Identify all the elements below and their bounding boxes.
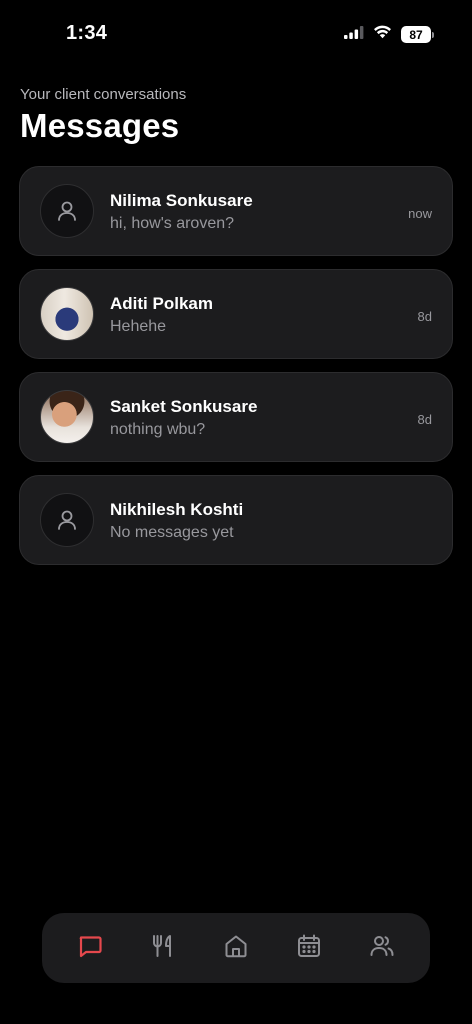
conversation-name: Sanket Sonkusare [110, 397, 258, 416]
tab-messages[interactable] [68, 926, 112, 970]
conversation-time: now [408, 206, 432, 221]
user-icon [40, 493, 94, 547]
conversation-item[interactable]: Sanket Sonkusare nothing wbu? 8d [19, 372, 453, 462]
page-subtitle: Your client conversations [20, 86, 187, 103]
conversation-preview: nothing wbu? [110, 421, 206, 438]
conversation-list: Nilima Sonkusare hi, how's aroven? now A… [19, 166, 453, 578]
tab-bar [42, 913, 430, 983]
user-icon [40, 184, 94, 238]
utensils-icon [149, 932, 177, 965]
conversation-item[interactable]: Nilima Sonkusare hi, how's aroven? now [19, 166, 453, 256]
page-header: Your client conversations Messages [20, 86, 186, 145]
conversation-item[interactable]: Aditi Polkam Hehehe 8d [19, 269, 453, 359]
conversation-preview: Hehehe [110, 318, 167, 335]
conversation-name: Nikhilesh Koshti [110, 500, 244, 519]
conversation-preview: No messages yet [110, 524, 234, 541]
status-time: 1:34 [66, 22, 108, 44]
avatar [40, 390, 94, 444]
wifi-icon [373, 25, 392, 44]
status-icons: 87 [344, 25, 434, 44]
tab-calendar[interactable] [287, 926, 331, 970]
battery-icon: 87 [401, 26, 434, 43]
calendar-icon [295, 932, 323, 965]
conversation-item[interactable]: Nikhilesh Koshti No messages yet [19, 475, 453, 565]
conversation-time: 8d [417, 309, 432, 324]
home-icon [222, 932, 250, 965]
battery-level: 87 [401, 26, 431, 43]
avatar [40, 287, 94, 341]
conversation-name: Aditi Polkam [110, 294, 213, 313]
tab-clients[interactable] [360, 926, 404, 970]
users-icon [368, 932, 396, 965]
message-icon [76, 932, 104, 965]
status-bar: 1:34 87 [0, 0, 472, 70]
conversation-time: 8d [417, 412, 432, 427]
conversation-name: Nilima Sonkusare [110, 191, 253, 210]
page-title: Messages [20, 107, 180, 144]
cellular-signal-icon [344, 25, 364, 44]
tab-menu[interactable] [141, 926, 185, 970]
conversation-preview: hi, how's aroven? [110, 215, 235, 232]
tab-home[interactable] [214, 926, 258, 970]
